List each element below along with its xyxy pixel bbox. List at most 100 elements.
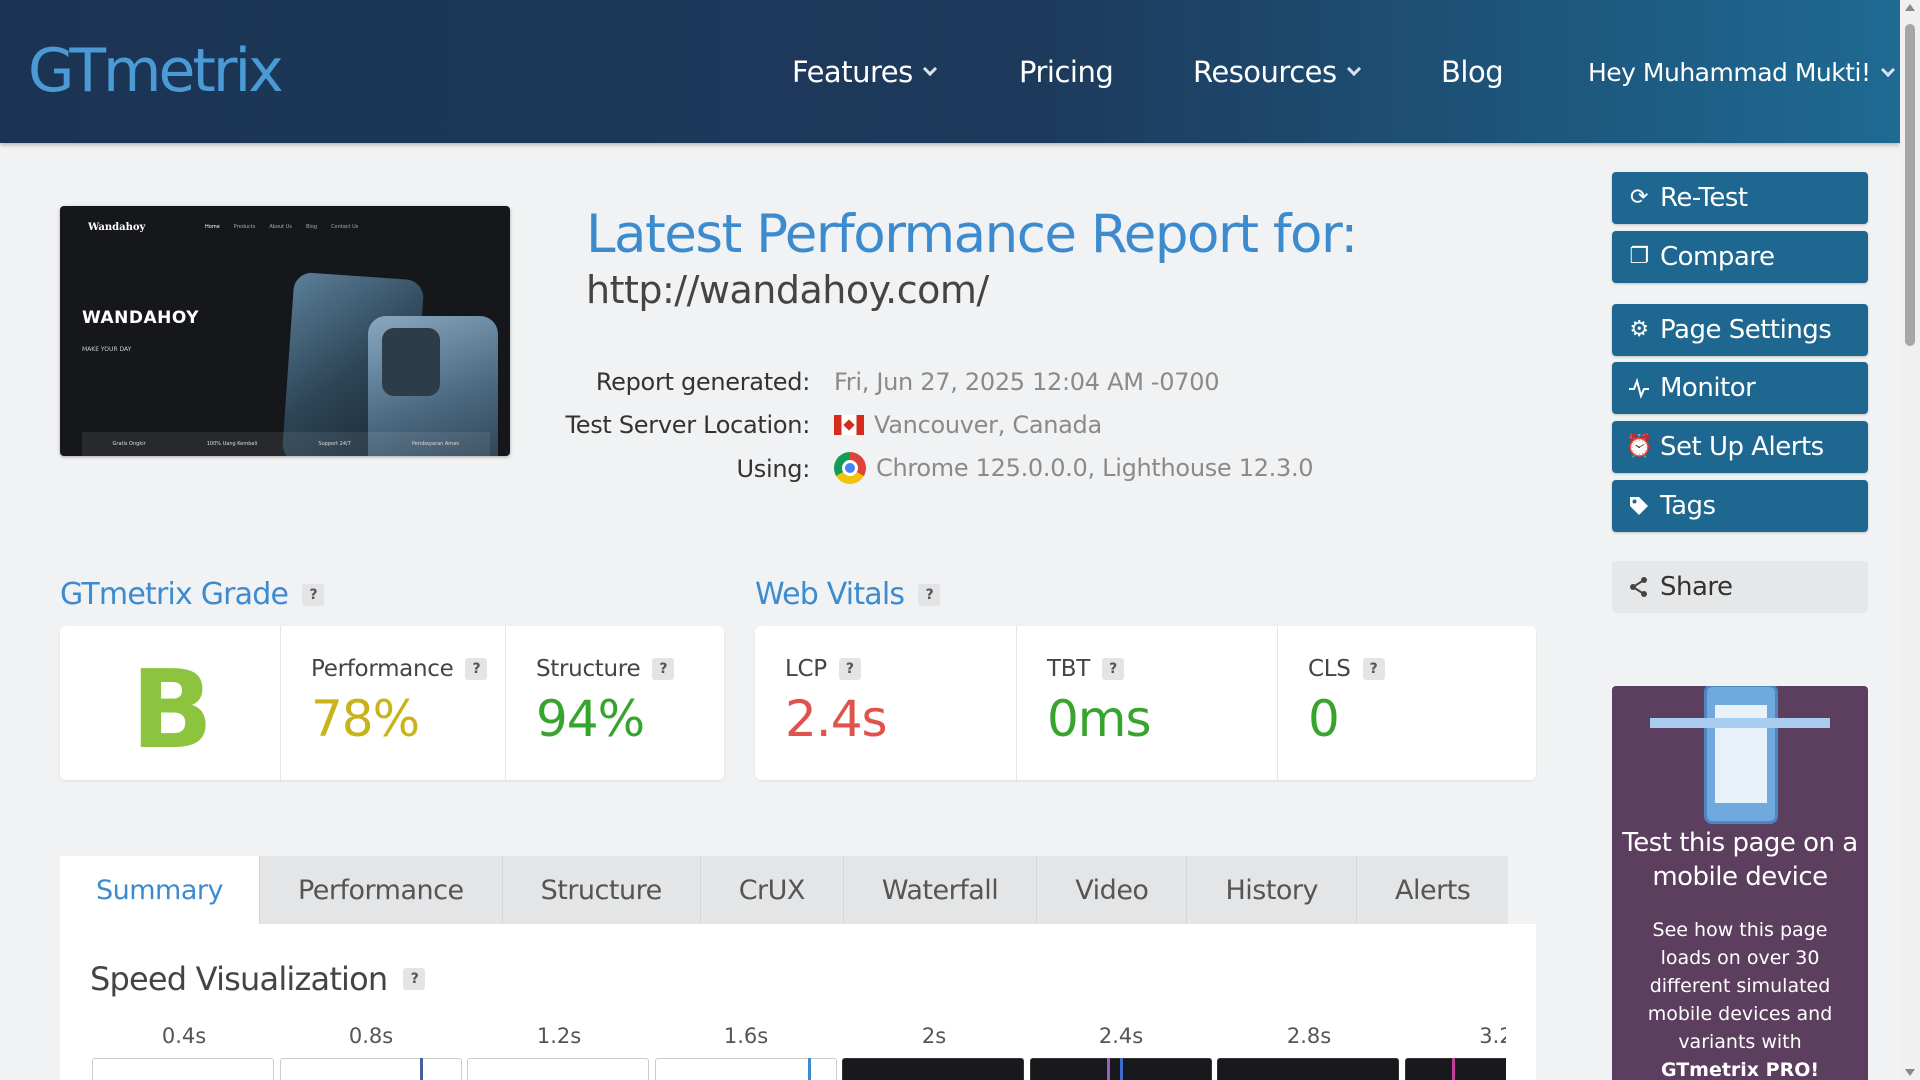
nav-blog-label: Blog	[1441, 55, 1504, 89]
web-vitals-title: Web Vitals	[755, 577, 905, 612]
page-screenshot-thumbnail[interactable]: Wandahoy Home Products About Us Blog Con…	[60, 206, 510, 456]
filmstrip-frame[interactable]	[467, 1058, 649, 1080]
page-settings-button[interactable]: ⚙ Page Settings	[1612, 304, 1868, 356]
lcp-cell: LCP ? 2.4s	[755, 626, 1016, 780]
thumb-nav-item: Blog	[306, 224, 318, 230]
cls-label-row: CLS ?	[1308, 656, 1385, 682]
thumb-nav-item: Products	[233, 224, 256, 230]
filmstrip-frame[interactable]	[842, 1058, 1024, 1080]
report-url[interactable]: http://wandahoy.com/	[586, 268, 989, 312]
help-icon[interactable]: ?	[302, 583, 325, 606]
timeline-marker	[1107, 1058, 1110, 1080]
server-location-label: Test Server Location:	[565, 411, 810, 439]
speed-visualization-timeline[interactable]: 0.4s 0.8s 1.2s 1.6s 2s 2.4s 2.8s 3.2	[90, 1024, 1506, 1080]
thumb-feature: Support 24/7	[318, 441, 351, 447]
tab-waterfall[interactable]: Waterfall	[842, 856, 1037, 924]
promo-bold: GTmetrix PRO!	[1660, 1059, 1820, 1080]
compare-button[interactable]: ❐ Compare	[1612, 231, 1868, 283]
filmstrip-frame[interactable]	[1405, 1058, 1506, 1080]
help-icon[interactable]: ?	[918, 583, 941, 606]
compare-label: Compare	[1660, 242, 1775, 272]
tab-structure[interactable]: Structure	[501, 856, 700, 924]
scrollbar-thumb[interactable]	[1905, 24, 1915, 346]
help-icon[interactable]: ?	[403, 968, 426, 990]
help-icon[interactable]: ?	[465, 658, 488, 680]
user-menu[interactable]: Hey Muhammad Mukti!	[1588, 58, 1895, 87]
filmstrip-frame[interactable]	[280, 1058, 462, 1080]
server-location-value: Vancouver, Canada	[834, 411, 1102, 439]
report-title: Latest Performance Report for:	[586, 204, 1358, 265]
tab-video[interactable]: Video	[1036, 856, 1187, 924]
help-icon[interactable]: ?	[838, 658, 861, 680]
set-up-alerts-button[interactable]: ⏰ Set Up Alerts	[1612, 421, 1868, 473]
timeline-tick-label: 2s	[921, 1024, 947, 1048]
structure-label: Structure	[536, 656, 641, 682]
retest-button[interactable]: ⟳ Re-Test	[1612, 172, 1868, 224]
alarm-clock-icon: ⏰	[1625, 434, 1653, 459]
timeline-tick-label: 2.4s	[1098, 1024, 1144, 1048]
filmstrip-frame[interactable]	[1217, 1058, 1399, 1080]
thumb-feature: 100% Uang Kembali	[206, 441, 258, 447]
help-icon[interactable]: ?	[1362, 658, 1385, 680]
timeline-marker	[1120, 1058, 1123, 1080]
refresh-icon: ⟳	[1630, 185, 1648, 210]
tbt-value: 0ms	[1047, 690, 1152, 748]
scroll-up-arrow-icon[interactable]	[1905, 4, 1915, 11]
report-tabs: Summary Performance Structure CrUX Water…	[60, 856, 1509, 924]
pulse-icon	[1628, 377, 1650, 399]
thumb-feature-bar: Gratis Ongkir 100% Uang Kembali Support …	[82, 432, 490, 456]
grade-letter: B	[130, 648, 213, 773]
tbt-cell: TBT ? 0ms	[1016, 626, 1277, 780]
using-label: Using:	[736, 455, 811, 483]
chrome-icon	[834, 452, 866, 484]
thumb-headline: WANDAHOY	[82, 308, 200, 328]
share-button[interactable]: Share	[1612, 561, 1868, 613]
filmstrip-frame[interactable]	[92, 1058, 274, 1080]
promo-text: See how this page loads on over 30 diffe…	[1632, 916, 1848, 1080]
tab-performance[interactable]: Performance	[258, 856, 502, 924]
tab-alerts[interactable]: Alerts	[1356, 856, 1509, 924]
share-label: Share	[1660, 572, 1733, 602]
timeline-marker	[420, 1058, 423, 1080]
thumb-nav-item: Contact Us	[331, 224, 359, 230]
monitor-button[interactable]: Monitor	[1612, 362, 1868, 414]
nav-resources[interactable]: Resources	[1193, 55, 1361, 89]
nav-blog[interactable]: Blog	[1441, 55, 1504, 89]
summary-panel: Speed Visualization ? 0.4s 0.8s 1.2s 1.6…	[60, 924, 1536, 1080]
help-icon[interactable]: ?	[652, 658, 675, 680]
tab-crux[interactable]: CrUX	[699, 856, 843, 924]
nav-features[interactable]: Features	[792, 55, 937, 89]
promo-description: See how this page loads on over 30 diffe…	[1647, 919, 1833, 1053]
thumb-brand: Wandahoy	[88, 222, 146, 233]
mobile-test-promo[interactable]: Test this page on a mobile device See ho…	[1612, 686, 1868, 1080]
thumb-feature: Pembayaran Aman	[411, 441, 460, 447]
thumb-tagline: MAKE YOUR DAY	[82, 346, 132, 353]
nav-resources-label: Resources	[1193, 55, 1337, 89]
nav-pricing[interactable]: Pricing	[1019, 55, 1114, 89]
resize-bar-icon	[1650, 718, 1830, 728]
lcp-label: LCP	[785, 656, 827, 682]
promo-title: Test this page on a mobile device	[1622, 828, 1858, 892]
set-up-alerts-label: Set Up Alerts	[1660, 432, 1824, 462]
chevron-down-icon	[1346, 61, 1361, 77]
report-generated-text: Fri, Jun 27, 2025 12:04 AM -0700	[834, 368, 1220, 396]
scroll-down-arrow-icon[interactable]	[1905, 1069, 1915, 1076]
tab-history[interactable]: History	[1186, 856, 1357, 924]
page-scrollbar[interactable]	[1900, 0, 1920, 1080]
lcp-value: 2.4s	[785, 690, 888, 748]
camera-image	[382, 328, 440, 396]
tab-summary[interactable]: Summary	[60, 856, 259, 924]
report-generated-value: Fri, Jun 27, 2025 12:04 AM -0700	[834, 368, 1219, 396]
tags-button[interactable]: Tags	[1612, 480, 1868, 532]
thumb-feature: Gratis Ongkir	[112, 441, 146, 447]
timeline-tick-label: 0.4s	[161, 1024, 207, 1048]
gtmetrix-grade-card: B Performance ? 78% Structure ? 94%	[60, 626, 724, 780]
using-text: Chrome 125.0.0.0, Lighthouse 12.3.0	[876, 454, 1314, 482]
help-icon[interactable]: ?	[1101, 658, 1124, 680]
web-vitals-card: LCP ? 2.4s TBT ? 0ms CLS ? 0	[755, 626, 1536, 780]
timeline-marker	[1452, 1058, 1455, 1080]
lcp-label-row: LCP ?	[785, 656, 861, 682]
timeline-tick-label: 0.8s	[348, 1024, 394, 1048]
gtmetrix-logo[interactable]: GTmetrix	[28, 36, 284, 106]
page-settings-label: Page Settings	[1660, 315, 1832, 345]
